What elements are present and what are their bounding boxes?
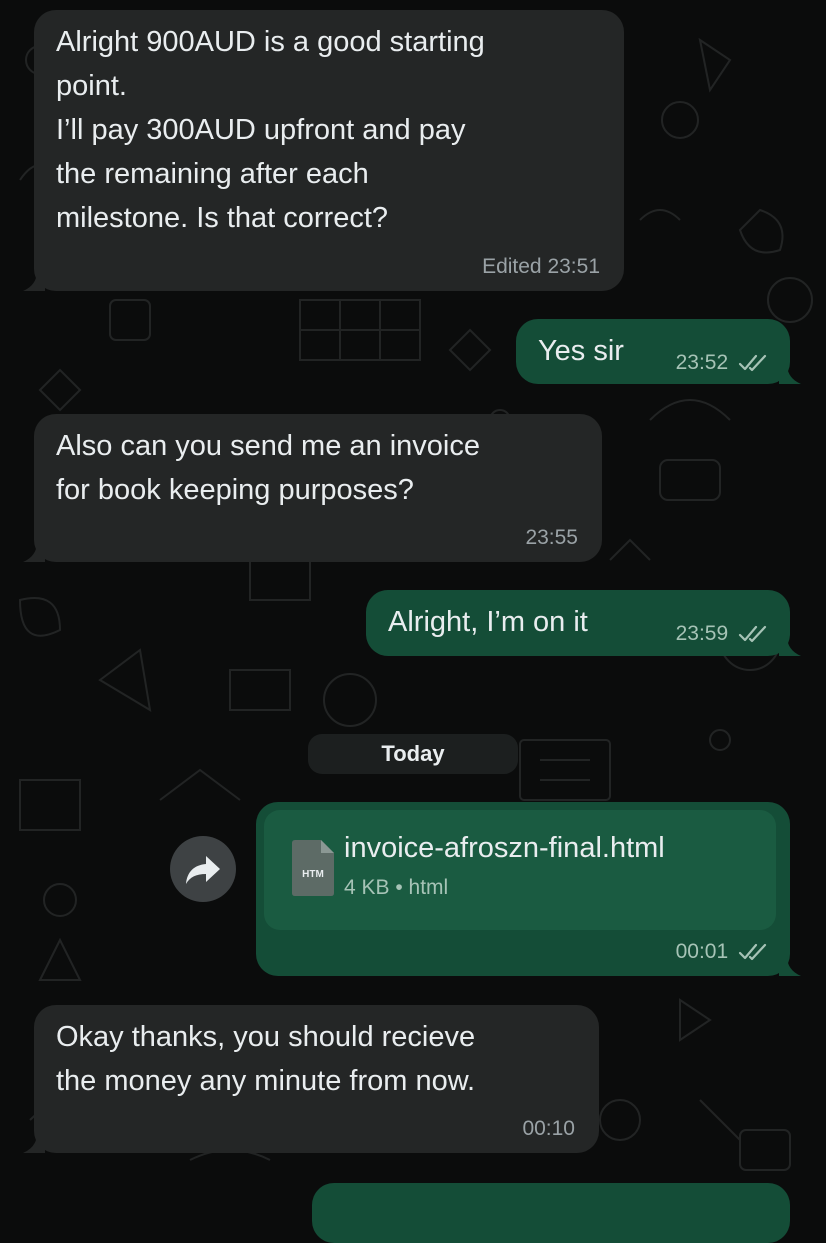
- message-timestamp: Edited 23:51: [482, 255, 600, 278]
- message-text: Okay thanks, you should recieve the mone…: [56, 1021, 476, 1097]
- file-name: invoice-afroszn-final.html: [344, 832, 665, 864]
- message-bubble-outgoing-partial[interactable]: [312, 1183, 790, 1243]
- bubble-tail: [23, 542, 45, 562]
- message-text: Also can you send me an invoice for book…: [56, 430, 480, 506]
- file-attachment[interactable]: HTM invoice-afroszn-final.html 4 KB • ht…: [264, 810, 776, 930]
- double-check-icon: [738, 944, 767, 961]
- document-icon: HTM: [292, 840, 334, 896]
- message-bubble-outgoing[interactable]: Alright, I’m on it 23:59: [366, 590, 801, 656]
- message-text: Alright 900AUD is a good starting point.…: [56, 26, 485, 234]
- message-timestamp: 00:01: [676, 940, 768, 964]
- bubble-tail: [779, 636, 801, 656]
- bubble-tail: [23, 1133, 45, 1153]
- message-bubble-incoming[interactable]: Okay thanks, you should recieve the mone…: [23, 1005, 599, 1153]
- message-bubble-outgoing[interactable]: Yes sir 23:52: [516, 319, 801, 384]
- message-bubble-file[interactable]: HTM invoice-afroszn-final.html 4 KB • ht…: [256, 802, 801, 976]
- bubble-tail: [23, 271, 45, 291]
- forward-button[interactable]: [170, 836, 236, 902]
- file-size-type: 4 KB • html: [344, 876, 449, 899]
- double-check-icon: [738, 355, 767, 372]
- double-check-icon: [738, 626, 767, 643]
- file-type-label: HTM: [302, 869, 324, 880]
- bubble-tail: [779, 956, 801, 976]
- day-divider: Today: [308, 734, 518, 774]
- forward-arrow-icon: [186, 856, 220, 884]
- message-timestamp: 23:52: [676, 351, 768, 375]
- message-bubble-incoming[interactable]: Also can you send me an invoice for book…: [23, 414, 602, 562]
- message-timestamp: 23:55: [525, 526, 578, 549]
- message-bubble-incoming[interactable]: Alright 900AUD is a good starting point.…: [23, 10, 624, 291]
- bubble-tail: [779, 364, 801, 384]
- message-text: Yes sir: [538, 335, 624, 367]
- message-timestamp: 23:59: [676, 622, 768, 646]
- message-timestamp: 00:10: [522, 1117, 575, 1140]
- message-text: Alright, I’m on it: [388, 606, 588, 638]
